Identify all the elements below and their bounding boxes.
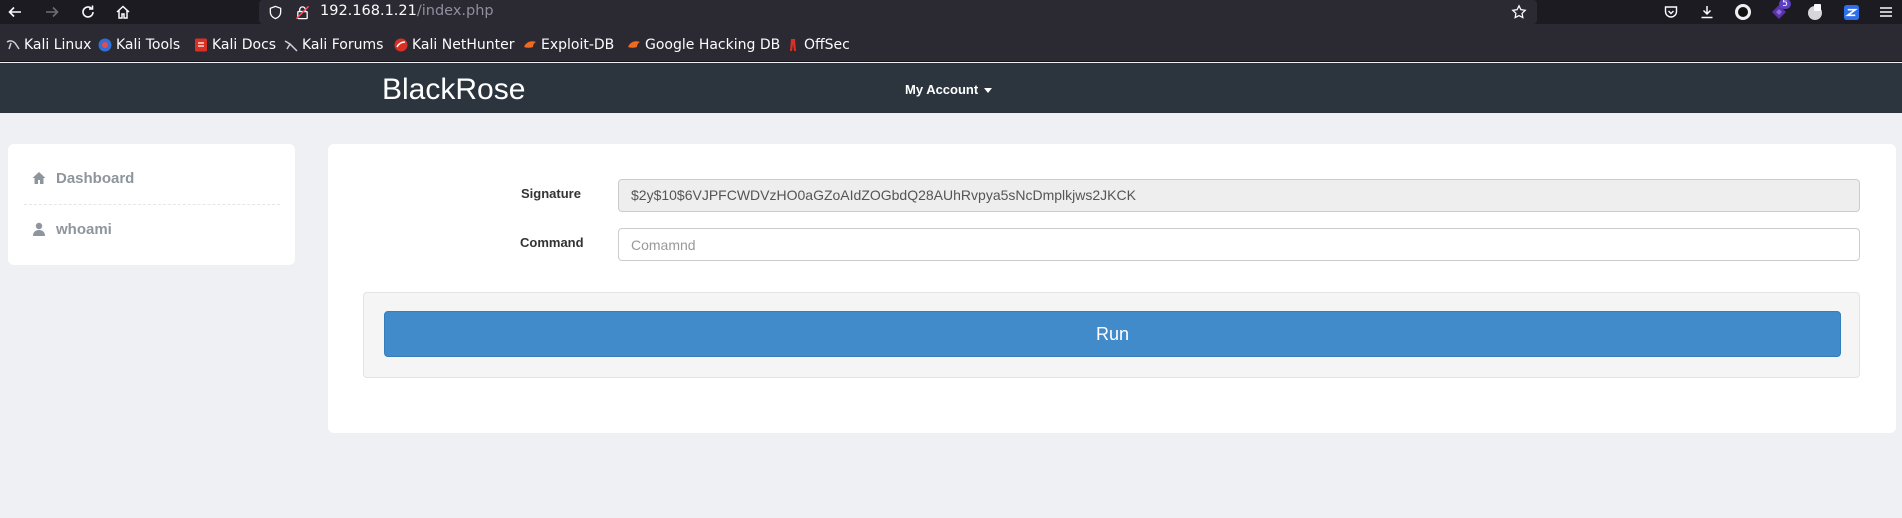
offsec-icon xyxy=(790,39,796,51)
command-label: Command xyxy=(520,235,584,250)
bookmark-label: Kali Tools xyxy=(116,37,181,53)
downloads-icon[interactable] xyxy=(1697,2,1717,22)
kali-nethunter-icon xyxy=(394,38,408,52)
sidebar-item-label: whoami xyxy=(56,220,112,238)
app-header: BlackRose My Account xyxy=(0,63,1902,113)
kali-dragon-icon xyxy=(6,40,20,50)
my-account-label: My Account xyxy=(905,82,979,97)
bookmark-label: Google Hacking DB xyxy=(645,37,781,53)
back-icon[interactable] xyxy=(4,1,26,23)
bookmark-kali-tools[interactable]: Kali Tools xyxy=(98,37,180,53)
sidebar-divider xyxy=(24,204,280,205)
command-panel: Signature $2y$10$6VJPFCWDVzHO0aGZoAIdZOG… xyxy=(328,144,1896,433)
brand-logo[interactable]: BlackRose xyxy=(382,73,525,107)
extension-gray-icon[interactable] xyxy=(1805,2,1825,22)
home-icon xyxy=(32,172,46,184)
url-bar[interactable]: 192.168.1.21/index.php xyxy=(259,0,1537,24)
bookmark-google-hacking-db[interactable]: Google Hacking DB xyxy=(627,37,780,53)
url-text[interactable]: 192.168.1.21/index.php xyxy=(320,3,494,19)
bookmark-label: Kali Linux xyxy=(24,37,92,53)
google-hacking-db-icon xyxy=(628,41,640,48)
my-account-dropdown[interactable]: My Account xyxy=(905,82,993,97)
reload-icon[interactable] xyxy=(77,1,99,23)
extension-purple-icon[interactable]: 5 xyxy=(1769,0,1791,22)
forward-icon[interactable] xyxy=(41,1,63,23)
bookmark-label: Kali Docs xyxy=(212,37,277,53)
home-icon[interactable] xyxy=(112,1,134,23)
bookmark-label: Kali Forums xyxy=(302,37,384,53)
sidebar-item-whoami[interactable]: whoami xyxy=(32,219,112,239)
browser-toolbar: 192.168.1.21/index.php 5 xyxy=(0,0,1902,24)
bookmarks-toolbar: Kali Linux Kali Tools Kali Docs Kali For… xyxy=(0,24,1902,62)
user-icon xyxy=(33,222,45,236)
caret-down-icon xyxy=(984,88,993,94)
bookmark-label: Exploit-DB xyxy=(541,37,615,53)
signature-field[interactable]: $2y$10$6VJPFCWDVzHO0aGZoAIdZOGbdQ28AUhRv… xyxy=(618,179,1860,212)
kali-tools-icon xyxy=(98,38,112,52)
bookmark-label: OffSec xyxy=(804,37,850,53)
menu-icon[interactable] xyxy=(1876,2,1896,22)
bookmark-kali-linux[interactable]: Kali Linux xyxy=(6,37,91,53)
kali-forums-icon xyxy=(284,40,298,52)
bookmark-offsec[interactable]: OffSec xyxy=(786,37,850,53)
signature-label: Signature xyxy=(521,186,581,201)
shield-icon[interactable] xyxy=(265,2,285,22)
bookmark-exploit-db[interactable]: Exploit-DB xyxy=(523,37,614,53)
extension-circle-icon[interactable] xyxy=(1733,2,1753,22)
exploit-db-icon xyxy=(524,41,536,48)
bookmark-kali-docs[interactable]: Kali Docs xyxy=(194,37,276,53)
run-button[interactable]: Run xyxy=(384,311,1841,357)
bookmark-label: Kali NetHunter xyxy=(412,37,515,53)
extension-badge: 5 xyxy=(1779,0,1791,9)
command-input[interactable] xyxy=(618,228,1860,261)
bookmark-star-icon[interactable] xyxy=(1509,2,1529,22)
insecure-lock-icon[interactable] xyxy=(292,2,312,22)
bookmark-kali-nethunter[interactable]: Kali NetHunter xyxy=(394,37,514,53)
sidebar: Dashboard whoami xyxy=(8,144,295,265)
run-well: Run xyxy=(363,292,1860,378)
sidebar-item-label: Dashboard xyxy=(56,169,135,187)
pocket-icon[interactable] xyxy=(1661,2,1681,22)
sidebar-item-dashboard[interactable]: Dashboard xyxy=(32,168,134,188)
bookmark-kali-forums[interactable]: Kali Forums xyxy=(284,37,383,53)
url-host: 192.168.1.21 xyxy=(320,3,417,19)
url-path: /index.php xyxy=(416,3,494,19)
kali-docs-icon xyxy=(195,38,207,52)
extension-blue-icon[interactable] xyxy=(1841,2,1861,22)
